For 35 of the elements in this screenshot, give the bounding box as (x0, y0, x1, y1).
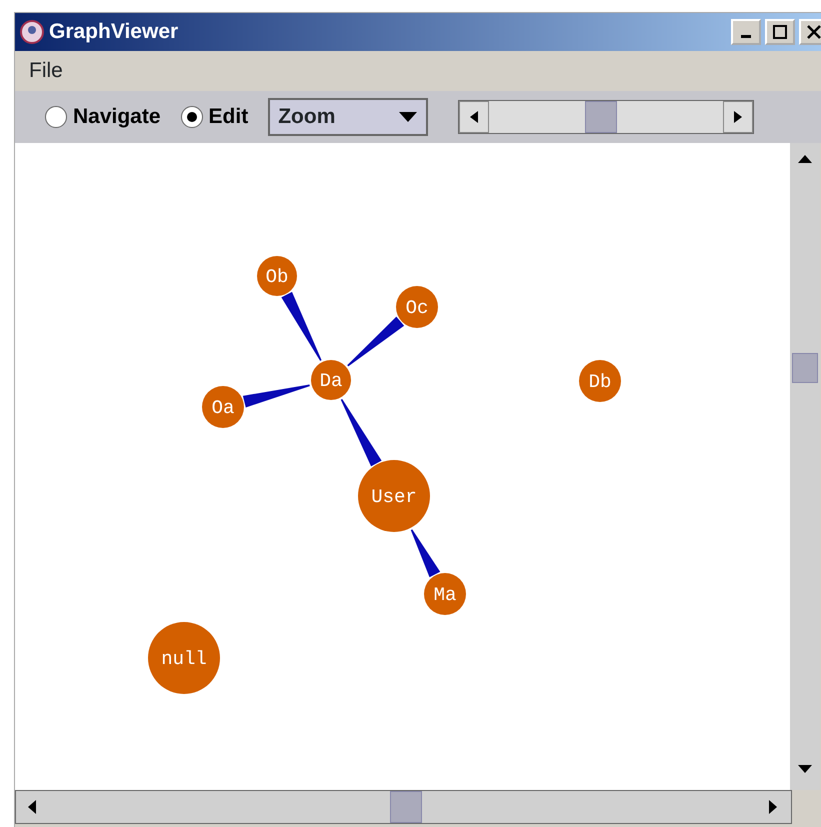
horizontal-scrollbar[interactable] (15, 790, 792, 824)
graph-node[interactable]: Da (311, 360, 351, 400)
edge-arrow (340, 398, 382, 466)
close-button[interactable] (799, 19, 821, 45)
scroll-thumb[interactable] (792, 353, 818, 383)
graph-node[interactable]: Oa (202, 386, 244, 428)
app-icon (19, 19, 45, 45)
edge-arrow (410, 529, 440, 578)
edge-arrow (347, 316, 404, 366)
graph-node[interactable]: Oc (396, 286, 438, 328)
graph-canvas[interactable]: Da Ob Oc Oa User Ma Db null (15, 143, 790, 790)
vertical-scrollbar[interactable] (790, 143, 820, 790)
window-title: GraphViewer (49, 19, 178, 46)
caret-icon (398, 111, 418, 123)
graph-node[interactable]: User (358, 460, 430, 532)
menu-item[interactable]: File (29, 55, 63, 87)
edge-arrow (281, 292, 322, 361)
zoom-dropdown[interactable]: Zoom (268, 98, 428, 136)
mode-radio[interactable]: Edit (180, 101, 248, 133)
minimize-button[interactable] (731, 19, 761, 45)
slider-thumb[interactable] (585, 101, 618, 133)
zoom-slider[interactable] (458, 100, 754, 134)
edge-arrow (242, 384, 310, 408)
scroll-thumb[interactable] (390, 791, 422, 823)
maximize-button[interactable] (765, 19, 795, 45)
minimize-icon (741, 35, 751, 38)
graph-node[interactable]: Ob (257, 256, 297, 296)
maximize-icon (773, 25, 787, 39)
mode-radio[interactable]: Navigate (45, 101, 161, 133)
graph-node[interactable]: null (148, 622, 220, 694)
slider-right-icon[interactable] (723, 101, 754, 133)
slider-left-icon[interactable] (459, 101, 490, 133)
graph-node[interactable]: Ma (424, 573, 466, 615)
close-icon (807, 25, 821, 39)
graph-node[interactable]: Db (579, 360, 621, 402)
